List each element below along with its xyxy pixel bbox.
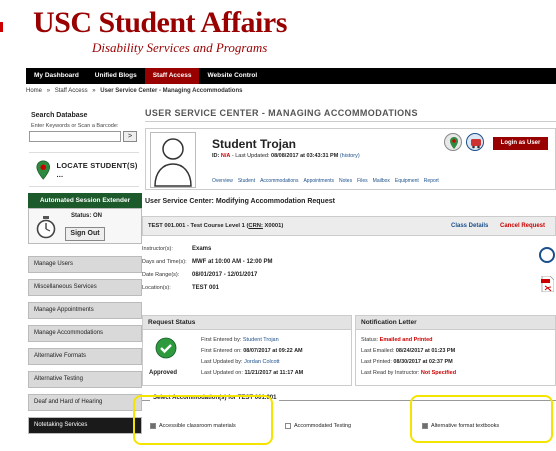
stopwatch-icon bbox=[36, 216, 56, 239]
search-input[interactable] bbox=[29, 131, 121, 142]
detail-label: Days and Time(s): bbox=[142, 259, 187, 265]
detail-value: TEST 001 bbox=[192, 285, 220, 291]
nav-my-dashboard[interactable]: My Dashboard bbox=[26, 68, 87, 84]
status-line: Last Updated by: Jordan Colcott bbox=[201, 359, 280, 365]
search-hint: Enter Keywords or Scan a Barcode: bbox=[31, 123, 119, 129]
check-circle-icon bbox=[155, 337, 177, 359]
tab-student[interactable]: Student bbox=[238, 178, 255, 184]
location-pin-icon[interactable] bbox=[444, 133, 462, 151]
session-extender-panel: Status: ON Sign Out bbox=[28, 208, 142, 244]
student-id-link[interactable]: N/A bbox=[221, 153, 230, 159]
tab-files[interactable]: Files bbox=[357, 178, 368, 184]
sidebar-item-alternative-formats[interactable]: Alternative Formats bbox=[28, 348, 142, 365]
locate-students-label: LOCATE STUDENT(S) ... bbox=[56, 160, 138, 179]
accommodation-checkbox[interactable] bbox=[285, 423, 291, 429]
highlight-annotation bbox=[133, 395, 273, 445]
breadcrumb-staff-access[interactable]: Staff Access bbox=[55, 88, 88, 94]
notification-line: Last Printed: 08/30/2017 at 02:37 PM bbox=[361, 359, 453, 365]
profile-tabs: Overview Student Accommodations Appointm… bbox=[212, 178, 439, 184]
accommodation-option[interactable]: Accommodated Testing bbox=[285, 423, 351, 429]
breadcrumb-sep: » bbox=[92, 88, 96, 94]
cancel-request-link[interactable]: Cancel Request bbox=[500, 223, 545, 229]
sidebar-item-manage-accommodations[interactable]: Manage Accommodations bbox=[28, 325, 142, 342]
notification-letter-panel: Status: Emailed and Printed Last Emailed… bbox=[355, 330, 556, 386]
pdf-icon[interactable] bbox=[541, 276, 554, 292]
transport-icon[interactable] bbox=[466, 133, 484, 151]
notification-line: Last Emailed: 08/24/2017 at 01:23 PM bbox=[361, 348, 456, 354]
section-title: User Service Center: Modifying Accommoda… bbox=[145, 198, 335, 205]
tab-overview[interactable]: Overview bbox=[212, 178, 233, 184]
nav-staff-access[interactable]: Staff Access bbox=[144, 68, 200, 84]
breadcrumb-current: User Service Center - Managing Accommoda… bbox=[100, 88, 243, 94]
nav-unified-blogs[interactable]: Unified Blogs bbox=[87, 68, 145, 84]
detail-value: 08/01/2017 - 12/01/2017 bbox=[192, 272, 258, 278]
tab-accommodations[interactable]: Accommodations bbox=[260, 178, 298, 184]
title-divider bbox=[145, 121, 556, 122]
session-extender-heading: Automated Session Extender bbox=[28, 193, 142, 208]
tab-equipment[interactable]: Equipment bbox=[395, 178, 419, 184]
avatar bbox=[150, 132, 196, 188]
detail-label: Location(s): bbox=[142, 285, 171, 291]
sidebar-item-misc-services[interactable]: Miscellaneous Services bbox=[28, 279, 142, 296]
history-link[interactable]: (history) bbox=[340, 153, 360, 159]
breadcrumb-sep: » bbox=[46, 88, 51, 94]
student-name: Student Trojan bbox=[212, 137, 296, 151]
sidebar-item-manage-users[interactable]: Manage Users bbox=[28, 256, 142, 273]
locate-students-button[interactable]: LOCATE STUDENT(S) ... bbox=[29, 152, 139, 187]
sidebar-item-notetaking-services[interactable]: Notetaking Services bbox=[28, 417, 142, 434]
request-status-heading: Request Status bbox=[142, 315, 352, 330]
login-as-user-button[interactable]: Login as User bbox=[493, 137, 548, 150]
sidebar-item-deaf-hard-of-hearing[interactable]: Deaf and Hard of Hearing bbox=[28, 394, 142, 411]
sidebar: Search Database Enter Keywords or Scan a… bbox=[26, 104, 142, 451]
student-meta: ID: N/A - Last Updated: 08/08/2017 at 03… bbox=[212, 153, 360, 159]
breadcrumb-home[interactable]: Home bbox=[26, 88, 42, 94]
breadcrumb: Home » Staff Access » User Service Cente… bbox=[26, 88, 245, 94]
course-bar: TEST 001.001 - Test Course Level 1 (CRN:… bbox=[142, 216, 556, 236]
tab-notes[interactable]: Notes bbox=[339, 178, 352, 184]
class-details-link[interactable]: Class Details bbox=[451, 223, 488, 229]
notification-letter-heading: Notification Letter bbox=[355, 315, 556, 330]
notification-line: Status: Emailed and Printed bbox=[361, 337, 433, 343]
tab-report[interactable]: Report bbox=[424, 178, 439, 184]
sidebar-item-manage-appointments[interactable]: Manage Appointments bbox=[28, 302, 142, 319]
notification-line: Last Read by Instructor: Not Specified bbox=[361, 370, 457, 376]
dsp-subtitle: Disability Services and Programs bbox=[92, 40, 268, 55]
tab-appointments[interactable]: Appointments bbox=[303, 178, 334, 184]
usc-logo[interactable]: USC Student Affairs bbox=[33, 6, 287, 40]
status-line: First Entered by: Student Trojan bbox=[201, 337, 279, 343]
detail-value: Exams bbox=[192, 246, 212, 252]
search-button[interactable]: > bbox=[123, 131, 137, 142]
tab-mailbox[interactable]: Mailbox bbox=[373, 178, 390, 184]
page-title: USER SERVICE CENTER - MANAGING ACCOMMODA… bbox=[145, 108, 418, 118]
approved-label: Approved bbox=[149, 370, 178, 376]
student-profile-card: Student Trojan ID: N/A - Last Updated: 0… bbox=[145, 128, 556, 190]
detail-label: Instructor(s): bbox=[142, 246, 173, 252]
detail-value: MWF at 10:00 AM - 12:00 PM bbox=[192, 259, 273, 265]
session-status: Status: ON bbox=[71, 213, 103, 219]
status-line: First Entered on: 08/07/2017 at 09:22 AM bbox=[201, 348, 303, 354]
sidebar-item-alternative-testing[interactable]: Alternative Testing bbox=[28, 371, 142, 388]
detail-label: Date Range(s): bbox=[142, 272, 180, 278]
nav-website-control[interactable]: Website Control bbox=[199, 68, 265, 84]
status-line: Last Updated on: 11/21/2017 at 11:17 AM bbox=[201, 370, 304, 376]
sign-out-button[interactable]: Sign Out bbox=[65, 227, 105, 241]
red-accent-mark bbox=[0, 22, 3, 32]
request-status-panel: Approved First Entered by: Student Troja… bbox=[142, 330, 352, 386]
person-silhouette-icon bbox=[154, 138, 192, 187]
search-heading: Search Database bbox=[31, 112, 88, 119]
course-name: TEST 001.001 - Test Course Level 1 (CRN:… bbox=[148, 223, 284, 229]
top-nav: My Dashboard Unified Blogs Staff Access … bbox=[26, 68, 556, 84]
phone-icon[interactable] bbox=[539, 247, 555, 263]
highlight-annotation bbox=[410, 395, 553, 443]
map-pin-icon bbox=[36, 159, 50, 180]
